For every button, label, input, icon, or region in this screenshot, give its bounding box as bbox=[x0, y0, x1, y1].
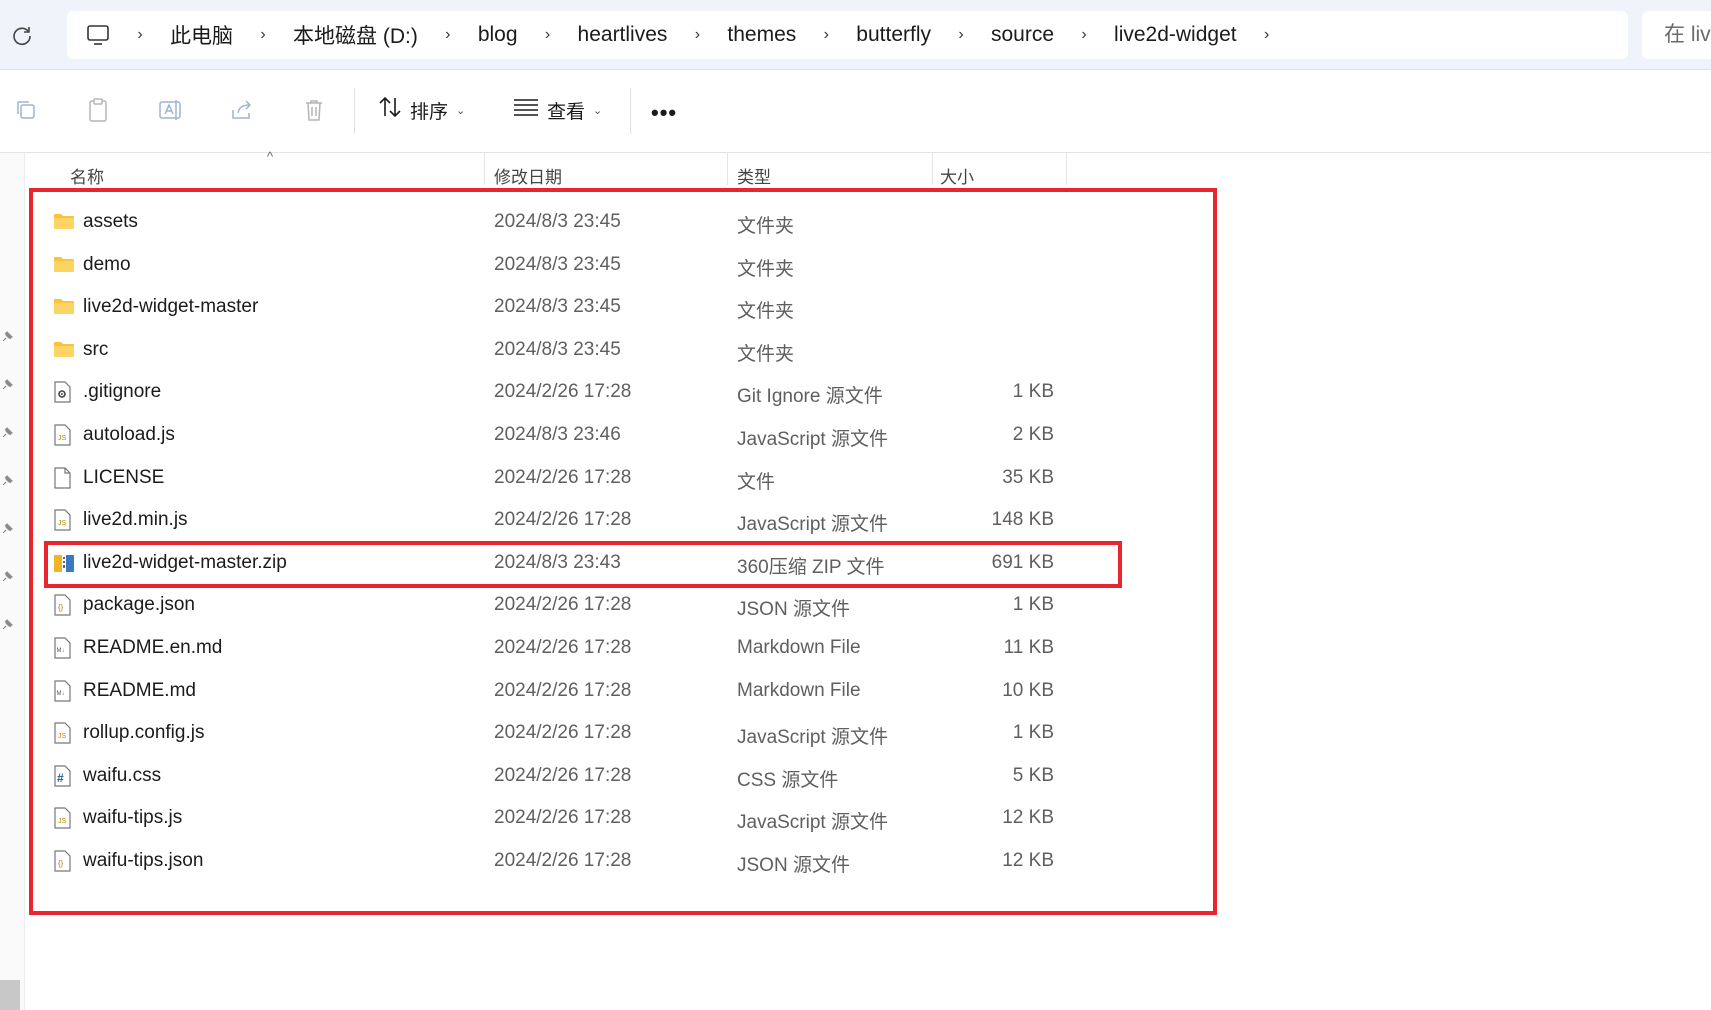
column-header-name-label: 名称 bbox=[70, 168, 104, 187]
column-header-size-label: 大小 bbox=[940, 168, 974, 187]
chevron-right-icon[interactable]: › bbox=[944, 26, 978, 44]
chevron-right-icon[interactable]: › bbox=[531, 26, 565, 44]
view-label: 查看 bbox=[547, 101, 586, 123]
column-divider[interactable] bbox=[484, 153, 485, 185]
more-options-button[interactable]: ••• bbox=[651, 100, 677, 126]
highlight-box-zip-file bbox=[44, 541, 1122, 588]
breadcrumb-item[interactable]: heartlives bbox=[565, 23, 681, 47]
breadcrumb-item[interactable]: blog bbox=[465, 23, 531, 47]
chevron-down-icon: ⌄ bbox=[593, 104, 603, 117]
column-header-size[interactable]: 大小 bbox=[940, 153, 1064, 187]
breadcrumb-item[interactable]: source bbox=[978, 23, 1067, 47]
chevron-right-icon[interactable]: › bbox=[1067, 26, 1101, 44]
chevron-right-icon[interactable]: › bbox=[123, 26, 157, 44]
breadcrumb-item[interactable]: butterfly bbox=[843, 23, 944, 47]
divider bbox=[630, 88, 631, 134]
sort-label: 排序 bbox=[410, 101, 449, 123]
breadcrumb-item[interactable]: themes bbox=[714, 23, 809, 47]
view-button[interactable]: 查看 ⌄ bbox=[513, 92, 602, 128]
chevron-down-icon: ⌄ bbox=[456, 104, 466, 117]
chevron-right-icon[interactable]: › bbox=[680, 26, 714, 44]
column-header-type-label: 类型 bbox=[737, 168, 771, 187]
column-header-date-label: 修改日期 bbox=[494, 168, 562, 187]
copy-icon[interactable] bbox=[10, 94, 42, 126]
column-header-name[interactable]: 名称 bbox=[70, 153, 484, 187]
column-divider[interactable] bbox=[727, 153, 728, 185]
breadcrumb-item[interactable]: live2d-widget bbox=[1101, 23, 1250, 47]
command-bar: 排序 ⌄ 查看 ⌄ ••• bbox=[0, 70, 1711, 153]
chevron-right-icon[interactable]: › bbox=[246, 26, 280, 44]
column-header-type[interactable]: 类型 bbox=[737, 153, 932, 187]
chevron-right-icon[interactable]: › bbox=[431, 26, 465, 44]
breadcrumb-item[interactable]: 本地磁盘 (D:) bbox=[280, 20, 431, 50]
refresh-icon[interactable] bbox=[8, 22, 36, 50]
column-divider[interactable] bbox=[1066, 153, 1067, 185]
delete-icon[interactable] bbox=[298, 94, 330, 126]
sort-button[interactable]: 排序 ⌄ bbox=[378, 92, 465, 128]
view-list-icon bbox=[513, 98, 539, 122]
sort-icon bbox=[378, 96, 402, 124]
column-divider[interactable] bbox=[932, 153, 933, 185]
breadcrumb: › 此电脑 › 本地磁盘 (D:) › blog › heartlives › themes › bu… bbox=[123, 20, 1284, 50]
address-bar[interactable]: › 此电脑 › 本地磁盘 (D:) › blog › heartlives › themes › bu… bbox=[67, 11, 1628, 59]
scrollbar-thumb[interactable] bbox=[0, 980, 20, 1010]
chevron-right-icon[interactable]: › bbox=[809, 26, 843, 44]
rename-icon[interactable] bbox=[154, 94, 186, 126]
address-bar-row: › 此电脑 › 本地磁盘 (D:) › blog › heartlives › themes › bu… bbox=[0, 0, 1711, 70]
paste-icon[interactable] bbox=[82, 94, 114, 126]
column-header-date[interactable]: 修改日期 bbox=[494, 153, 727, 187]
chevron-right-icon[interactable]: › bbox=[1250, 26, 1284, 44]
divider bbox=[354, 88, 355, 134]
share-icon[interactable] bbox=[226, 94, 258, 126]
breadcrumb-item[interactable]: 此电脑 bbox=[157, 20, 246, 50]
computer-icon[interactable] bbox=[85, 22, 111, 48]
search-input[interactable]: 在 live bbox=[1642, 11, 1711, 59]
